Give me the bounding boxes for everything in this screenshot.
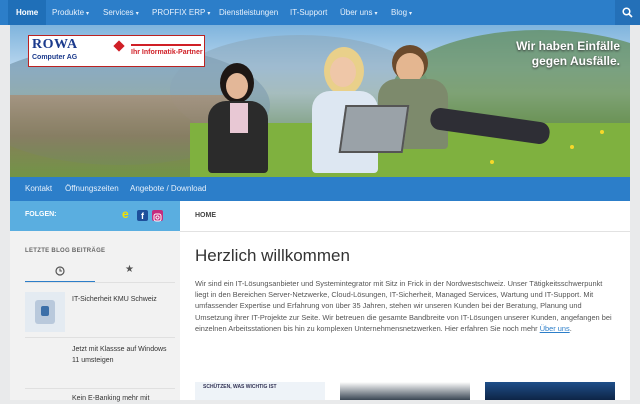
chevron-down-icon: ▾: [207, 11, 211, 17]
flower-dot: [570, 145, 574, 149]
header-banner: ROWA Computer AG Ihr Informatik-Partner …: [10, 25, 630, 177]
chevron-down-icon: ▾: [86, 11, 90, 17]
post-title[interactable]: Jetzt mit Klassse auf Windows 11 umsteig…: [72, 344, 170, 366]
logo-name: ROWA: [32, 37, 78, 52]
tab-recent[interactable]: [25, 263, 95, 283]
chevron-down-icon: ▾: [135, 11, 139, 17]
logo-diamond-icon: [113, 40, 125, 52]
search-icon: [622, 7, 633, 18]
clock-icon: [55, 266, 65, 276]
nav-item-label: Home: [16, 8, 39, 17]
logo-company: Computer AG: [32, 54, 78, 61]
chevron-down-icon: ▾: [374, 11, 378, 17]
nav-item-label: Produkte: [52, 8, 85, 17]
search-button[interactable]: [615, 0, 640, 25]
divider: [25, 282, 175, 283]
nav-item-label: IT-Support: [290, 8, 328, 17]
nav-item-label: Services: [103, 8, 134, 17]
follow-label: FOLGEN:: [25, 211, 57, 218]
feature-thumb-1-text: SCHÜTZEN, WAS WICHTIG IST: [203, 384, 277, 390]
feature-thumb-2[interactable]: [340, 382, 470, 400]
nav-item-label: PROFFIX ERP: [152, 8, 206, 17]
edge-icon[interactable]: e: [122, 208, 133, 220]
nav-item-dienstleistungen[interactable]: Dienstleistungen: [219, 0, 278, 25]
page-margin: [630, 25, 640, 400]
divider: [25, 388, 175, 389]
logo-tagline: Ihr Informatik-Partner: [131, 49, 203, 56]
subnav-item-kontakt[interactable]: Kontakt: [25, 177, 52, 201]
feature-thumb-3[interactable]: [485, 382, 615, 400]
nav-item-label: Dienstleistungen: [219, 8, 279, 17]
sidebar-heading: LETZTE BLOG BEITRÄGE: [25, 248, 106, 254]
nav-item-produkte[interactable]: Produkte ▾: [52, 0, 89, 25]
sidebar: LETZTE BLOG BEITRÄGE ★ IT-Sicherheit KMU…: [10, 231, 180, 402]
page-title: Herzlich willkommen: [195, 246, 350, 265]
subnav-item-oeffnungszeiten[interactable]: Öffnungszeiten: [65, 177, 119, 201]
intro-paragraph: Wir sind ein IT-Lösungsanbieter und Syst…: [195, 279, 612, 333]
company-logo[interactable]: ROWA Computer AG Ihr Informatik-Partner: [28, 35, 205, 67]
nav-item-ueber-uns[interactable]: Über uns ▾: [340, 0, 377, 25]
post-thumbnail[interactable]: [25, 292, 65, 332]
breadcrumb: HOME: [180, 201, 630, 232]
breadcrumb-home[interactable]: HOME: [195, 212, 216, 219]
star-icon: ★: [125, 264, 134, 275]
logo-bar: [131, 44, 201, 46]
slogan-line-2: gegen Ausfälle.: [531, 54, 620, 68]
tab-popular[interactable]: ★: [95, 263, 165, 281]
main-content: Herzlich willkommen Wir sind ein IT-Lösu…: [180, 232, 630, 400]
nav-item-home[interactable]: Home: [8, 0, 47, 25]
instagram-icon[interactable]: [152, 210, 163, 222]
subnav-item-angebote[interactable]: Angebote / Download: [130, 177, 207, 201]
facebook-icon[interactable]: f: [137, 210, 148, 221]
follow-bar: FOLGEN: e f: [10, 201, 180, 231]
flower-dot: [600, 130, 604, 134]
laptop-image: [338, 105, 410, 153]
top-navigation: Home Produkte ▾ Services ▾ PROFFIX ERP ▾ Di…: [0, 0, 640, 25]
nav-item-label: Über uns: [340, 8, 373, 17]
post-title[interactable]: IT-Sicherheit KMU Schweiz: [72, 294, 170, 305]
flower-dot: [490, 160, 494, 164]
divider: [25, 337, 175, 338]
nav-item-services[interactable]: Services ▾: [103, 0, 139, 25]
secondary-navigation: Kontakt Öffnungszeiten Angebote / Downlo…: [10, 177, 630, 201]
chevron-down-icon: ▾: [409, 11, 413, 17]
nav-item-blog[interactable]: Blog ▾: [391, 0, 412, 25]
nav-item-proffix-erp[interactable]: PROFFIX ERP ▾: [152, 0, 210, 25]
slogan-line-1: Wir haben Einfälle: [516, 39, 620, 53]
nav-item-label: Blog: [391, 8, 408, 17]
nav-item-it-support[interactable]: IT-Support: [290, 0, 327, 25]
about-link[interactable]: Über uns: [540, 324, 570, 333]
feature-thumb-1[interactable]: SCHÜTZEN, WAS WICHTIG IST: [195, 382, 325, 400]
person-left: [208, 63, 268, 173]
banner-slogan: Wir haben Einfälle gegen Ausfälle.: [516, 39, 620, 69]
post-title[interactable]: Kein E-Banking mehr mit: [72, 393, 170, 404]
